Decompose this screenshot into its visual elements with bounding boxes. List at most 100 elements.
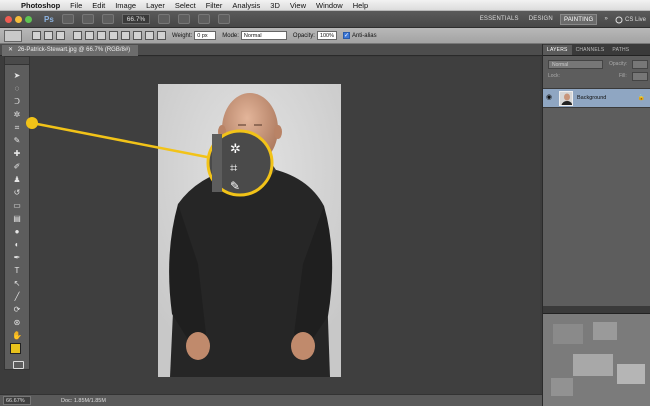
healing-brush-tool-icon[interactable]: ✚ [10, 149, 24, 159]
marquee-tool-icon[interactable]: ◌ [10, 84, 24, 94]
navigator-panel [543, 314, 650, 406]
document-tab[interactable]: ✕ 26-Patrick-Stewart.jpg @ 66.7% (RGB/8#… [2, 45, 139, 56]
launch-bridge-button[interactable] [61, 14, 74, 24]
menu-filter[interactable]: Filter [201, 0, 228, 11]
tool-preset-picker[interactable] [4, 29, 22, 42]
fill-input[interactable] [632, 72, 648, 81]
menu-file[interactable]: File [65, 0, 87, 11]
anti-alias-label: Anti-alias [351, 32, 377, 39]
paths-icon[interactable] [44, 31, 53, 40]
navigator-block [573, 354, 613, 376]
blend-mode-select[interactable]: Normal [548, 60, 603, 69]
photoshop-logo: Ps [44, 14, 54, 24]
pen-tool-icon[interactable]: ✒ [10, 253, 24, 263]
weight-label: Weight: [172, 32, 193, 39]
workspace-painting[interactable]: PAINTING [559, 14, 598, 25]
3d-orbit-tool-icon[interactable]: ⊛ [10, 318, 24, 328]
eyedropper-tool-icon[interactable]: ✎ [10, 136, 24, 146]
menu-select[interactable]: Select [170, 0, 201, 11]
layer-row-background[interactable]: ◉ Background 🔒 [543, 88, 650, 108]
navigator-block [593, 322, 617, 340]
tab-layers[interactable]: LAYERS [543, 45, 572, 55]
visibility-eye-icon[interactable]: ◉ [546, 94, 554, 102]
brush-tool-icon[interactable]: ✐ [10, 162, 24, 172]
move-tool-icon[interactable]: ➤ [10, 71, 24, 81]
foreground-color-swatch[interactable] [10, 343, 21, 354]
shape-layers-icon[interactable] [32, 31, 41, 40]
type-tool-icon[interactable]: T [10, 266, 24, 276]
polygon-icon[interactable] [133, 31, 142, 40]
application-bar: Ps 66.7% ESSENTIALS DESIGN PAINTING » CS… [0, 11, 650, 28]
weight-input[interactable]: 0 px [194, 31, 217, 40]
line-icon[interactable] [145, 31, 154, 40]
custom-shape-icon[interactable] [157, 31, 166, 40]
document-canvas[interactable] [158, 84, 341, 377]
quick-selection-tool-icon[interactable]: ✲ [10, 110, 24, 120]
blur-tool-icon[interactable]: ● [10, 227, 24, 237]
3d-rotate-tool-icon[interactable]: ⟳ [10, 305, 24, 315]
options-bar: Weight: 0 px Mode: Normal Opacity: 100% … [0, 28, 650, 44]
anti-alias-checkbox[interactable]: ✓ [342, 32, 350, 39]
freeform-pen-icon[interactable] [85, 31, 94, 40]
close-tab-icon[interactable]: ✕ [8, 47, 13, 53]
eraser-tool-icon[interactable]: ▭ [10, 201, 24, 211]
history-brush-tool-icon[interactable]: ↺ [10, 188, 24, 198]
mode-select[interactable]: Normal [240, 31, 287, 40]
navigator-block [553, 324, 583, 344]
lock-icon: 🔒 [637, 95, 645, 101]
cs-live-label: CS Live [624, 16, 646, 23]
more-workspaces-icon[interactable]: » [601, 14, 611, 25]
path-selection-tool-icon[interactable]: ↖ [10, 279, 24, 289]
zoom-window-button[interactable] [25, 15, 32, 23]
status-bar: 66.67% Doc: 1.85M/1.85M [0, 394, 542, 406]
lasso-tool-icon[interactable]: ᑐ [10, 97, 24, 107]
gradient-tool-icon[interactable]: ▤ [10, 214, 24, 224]
workspace-essentials[interactable]: ESSENTIALS [477, 14, 522, 25]
minimize-window-button[interactable] [15, 15, 22, 23]
tools-panel-grip[interactable] [5, 57, 29, 65]
menu-window[interactable]: Window [311, 0, 348, 11]
quick-mask-icon[interactable] [13, 361, 24, 369]
layers-panel-dock: LAYERS CHANNELS PATHS Normal Opacity: Lo… [542, 44, 650, 406]
menu-edit[interactable]: Edit [87, 0, 110, 11]
screen-mode-button[interactable] [218, 14, 231, 24]
menu-analysis[interactable]: Analysis [227, 0, 265, 11]
opacity-label: Opacity: [292, 32, 315, 39]
launch-mini-bridge-button[interactable] [81, 14, 94, 24]
menu-view[interactable]: View [285, 0, 311, 11]
clone-stamp-tool-icon[interactable]: ♟ [10, 175, 24, 185]
navigator-block [617, 364, 645, 384]
arrange-documents-button[interactable] [198, 14, 211, 24]
status-zoom-input[interactable]: 66.67% [3, 396, 31, 405]
hand-tool-icon[interactable]: ✋ [10, 331, 24, 341]
cs-live-button[interactable]: CS Live [615, 16, 646, 24]
menu-image[interactable]: Image [110, 0, 141, 11]
document-size-info[interactable]: Doc: 1.85M/1.85M [61, 398, 106, 404]
tab-paths[interactable]: PATHS [608, 45, 633, 55]
tab-channels[interactable]: CHANNELS [572, 45, 609, 55]
dodge-tool-icon[interactable]: ◐ [10, 240, 24, 250]
ellipse-icon[interactable] [121, 31, 130, 40]
layer-opacity-input[interactable] [632, 60, 648, 69]
window-controls [5, 15, 32, 23]
layer-thumbnail [559, 91, 573, 106]
document-tab-title: 26-Patrick-Stewart.jpg @ 66.7% (RGB/8#) [17, 47, 131, 53]
workspace-design[interactable]: DESIGN [526, 14, 556, 25]
pen-icon[interactable] [73, 31, 82, 40]
menu-3d[interactable]: 3D [265, 0, 285, 11]
rotate-view-button[interactable] [178, 14, 191, 24]
rectangle-icon[interactable] [97, 31, 106, 40]
menu-layer[interactable]: Layer [141, 0, 170, 11]
hand-view-button[interactable] [158, 14, 171, 24]
close-window-button[interactable] [5, 15, 12, 23]
extras-button[interactable] [101, 14, 114, 24]
menu-app-name[interactable]: Photoshop [16, 0, 65, 11]
shape-tool-icon[interactable]: ╱ [10, 292, 24, 302]
fill-pixels-icon[interactable] [56, 31, 65, 40]
menu-help[interactable]: Help [348, 0, 373, 11]
opacity-input[interactable]: 100% [316, 31, 337, 40]
rounded-rectangle-icon[interactable] [109, 31, 118, 40]
navigator-grip[interactable] [543, 306, 650, 314]
crop-tool-icon[interactable]: ⌗ [10, 123, 24, 133]
zoom-level-select[interactable]: 66.7% [121, 14, 151, 24]
